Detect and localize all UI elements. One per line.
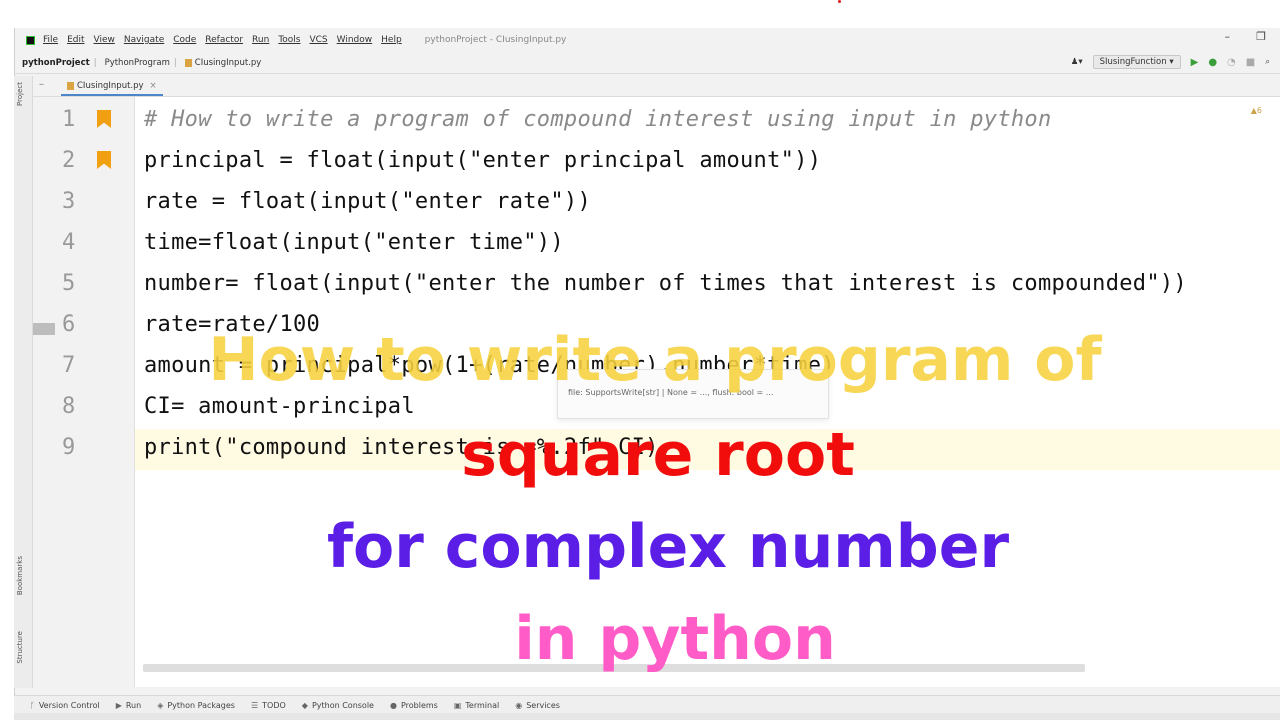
restore-icon[interactable]: ❐ (1256, 30, 1266, 43)
menu-refactor[interactable]: Refactor (205, 35, 243, 45)
code-text: rate = float(input("enter rate")) (144, 189, 591, 214)
code-line: time=float(input("enter time")) (135, 224, 1280, 265)
code-text: CI= amount-principal (144, 394, 415, 419)
menu-file[interactable]: File (43, 35, 58, 45)
breadcrumb-file-label: CIusingInput.py (194, 58, 262, 68)
tab-python-console-label: Python Console (311, 700, 374, 710)
tab-python-console[interactable]: ◆ Python Console (302, 701, 374, 710)
side-tab-project[interactable]: Project (16, 82, 24, 106)
code-line: rate = float(input("enter rate")) (135, 183, 1280, 224)
code-line: number= float(input("enter the number of… (135, 265, 1280, 306)
run-configuration-select[interactable]: SIusingFunction ▾ (1092, 55, 1181, 69)
line-number: 4 (62, 230, 76, 255)
packages-icon: ◈ (157, 700, 164, 710)
user-icon[interactable]: ♟▾ (1071, 57, 1083, 67)
code-line: # How to write a program of compound int… (135, 101, 1280, 142)
breadcrumb-file[interactable]: CIusingInput.py (184, 58, 262, 68)
menu-help[interactable]: Help (381, 35, 402, 45)
code-text: number= float(input("enter the number of… (144, 271, 1187, 296)
caption-line-2: square root (461, 420, 855, 490)
list-icon: ☰ (250, 700, 259, 710)
line-number: 8 (62, 394, 76, 419)
menu-tools[interactable]: Tools (278, 35, 300, 45)
coverage-icon[interactable]: ◔ (1227, 57, 1236, 68)
tab-version-control[interactable]: ᚴ Version Control (30, 701, 100, 710)
tab-terminal-label: Terminal (465, 700, 500, 710)
tab-run-label: Run (125, 700, 142, 710)
search-icon[interactable]: ⌕ (1265, 57, 1270, 67)
menu-navigate[interactable]: Navigate (124, 35, 164, 45)
debug-icon[interactable]: ● (1208, 57, 1217, 68)
python-file-icon (67, 81, 74, 90)
warnings-indicator[interactable]: ▲6 (1251, 106, 1262, 115)
line-number: 3 (62, 189, 76, 214)
run-configuration-label: SIusingFunction (1099, 57, 1167, 67)
breadcrumb-separator: | (173, 58, 177, 68)
tab-problems[interactable]: ● Problems (390, 701, 438, 710)
close-icon[interactable]: × (150, 81, 157, 91)
bottom-tool-bar: ᚴ Version Control ▶ Run ◈ Python Packages ☰… (14, 695, 1280, 714)
collapse-icon[interactable]: – (39, 79, 44, 90)
python-file-icon (184, 58, 192, 67)
toolbar-right: ♟▾ SIusingFunction ▾ ▶ ● ◔ ■ ⌕ (1071, 55, 1270, 69)
menu-view[interactable]: View (94, 35, 115, 45)
caption-line-3: for complex number (326, 512, 1010, 582)
run-icon: ▶ (115, 700, 122, 710)
caption-line-4: in python (514, 604, 836, 674)
tab-services-label: Services (526, 700, 560, 710)
tab-todo[interactable]: ☰ TODO (251, 701, 286, 710)
line-number: 2 (62, 148, 76, 173)
terminal-icon: ▣ (453, 700, 462, 710)
line-number: 1 (62, 107, 76, 132)
tab-terminal[interactable]: ▣ Terminal (454, 701, 499, 710)
code-text: principal = float(input("enter principal… (144, 148, 822, 173)
tab-todo-label: TODO (262, 700, 286, 710)
services-icon: ◉ (515, 700, 523, 710)
tab-version-control-label: Version Control (38, 700, 100, 710)
code-text: time=float(input("enter time")) (144, 230, 564, 255)
status-bar (14, 713, 1280, 720)
menu-run[interactable]: Run (252, 35, 269, 45)
menu-code[interactable]: Code (173, 35, 196, 45)
menu-bar: File Edit View Navigate Code Refactor Ru… (14, 30, 1280, 50)
breadcrumb-project[interactable]: pythonProject (22, 58, 90, 68)
editor-tab-label: CIusingInput.py (77, 81, 144, 91)
menu-vcs[interactable]: VCS (309, 35, 327, 45)
caption-line-1: How to write a program of (208, 325, 1102, 395)
menu-edit[interactable]: Edit (67, 35, 84, 45)
breadcrumb-separator: | (93, 58, 97, 68)
editor-tab-bar: – CIusingInput.py × (33, 76, 1280, 97)
branch-icon: ᚴ (30, 700, 35, 710)
stop-icon[interactable]: ■ (1246, 57, 1255, 68)
red-dot-marker (838, 0, 841, 3)
menu-window[interactable]: Window (337, 35, 373, 45)
code-text: # How to write a program of compound int… (144, 107, 1052, 132)
minimize-icon[interactable]: – (1225, 30, 1231, 43)
line-number: 5 (62, 271, 76, 296)
tab-python-packages[interactable]: ◈ Python Packages (157, 701, 235, 710)
tab-problems-label: Problems (400, 700, 438, 710)
breadcrumb-folder[interactable]: PythonProgram (105, 58, 170, 68)
run-icon[interactable]: ▶ (1191, 57, 1199, 68)
editor-tab[interactable]: CIusingInput.py × (61, 78, 163, 96)
window-title: pythonProject - CIusingInput.py (424, 35, 567, 45)
tab-services[interactable]: ◉ Services (515, 701, 560, 710)
code-line: principal = float(input("enter principal… (135, 142, 1280, 183)
console-icon: ◆ (301, 700, 308, 710)
navigation-bar: pythonProject | PythonProgram | CIusingI… (14, 53, 1280, 74)
pycharm-logo-icon (26, 35, 35, 45)
tab-python-packages-label: Python Packages (167, 700, 235, 710)
problems-icon: ● (389, 700, 397, 710)
tab-run[interactable]: ▶ Run (116, 701, 142, 710)
